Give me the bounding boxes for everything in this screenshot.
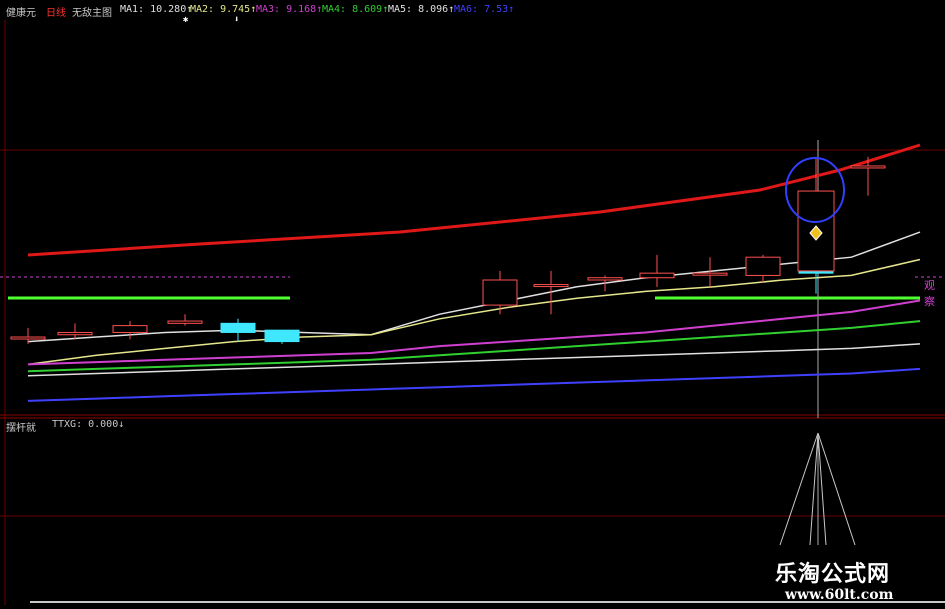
ma3-readout: MA3: 9.168↑ <box>256 4 323 15</box>
candle-body <box>692 272 728 276</box>
ma5-readout: MA5: 8.096↑ <box>388 4 455 15</box>
fan-line-left <box>779 432 819 546</box>
ma-line-ma2 <box>27 258 921 366</box>
candle <box>533 270 569 315</box>
candle <box>264 329 300 344</box>
ma-line-ma4 <box>27 320 921 373</box>
ma-line-ma1 <box>27 231 921 343</box>
candle <box>167 314 203 326</box>
chart-name[interactable]: 无敌主图 <box>72 4 112 19</box>
fan-line-mid-right <box>817 432 827 546</box>
candle-body <box>482 279 518 306</box>
candle-body <box>10 336 46 340</box>
candle-body <box>587 277 623 281</box>
candles <box>10 156 886 344</box>
candle <box>850 156 886 196</box>
candle-body <box>112 325 148 333</box>
candle-body <box>167 320 203 324</box>
candle-body <box>745 256 781 276</box>
candle-body <box>264 329 300 343</box>
watermark-title: 乐淘公式网 <box>775 562 891 587</box>
candle <box>220 318 256 342</box>
ma2-readout: MA2: 9.745↑ <box>190 4 257 15</box>
candle-body <box>850 165 886 169</box>
trend-line-red <box>27 143 921 257</box>
sub-indicator-readout: TTXG: 0.000↓ <box>52 419 125 430</box>
stock-name: 健康元 <box>6 8 36 19</box>
ma6-readout: MA6: 7.53↑ <box>454 4 515 15</box>
arrow-down-icon: ⬇ <box>234 15 240 25</box>
ma1-readout: MA1: 10.280↑ <box>120 4 193 15</box>
sub-panel-name: 摆杆就 <box>6 423 36 434</box>
candle <box>745 254 781 283</box>
candle-body <box>220 322 256 333</box>
right-label: 观察 <box>924 279 935 308</box>
fan-line-right <box>817 432 856 546</box>
chart-canvas <box>0 20 945 605</box>
star-icon: ✱ <box>183 15 189 25</box>
candle <box>112 321 148 340</box>
candle <box>639 254 675 287</box>
candle-body <box>57 331 93 336</box>
ma4-readout: MA4: 8.609↑ <box>322 4 389 15</box>
watermark-url: www.60lt.com <box>785 587 894 603</box>
candle <box>482 270 518 315</box>
period-label[interactable]: 日线 <box>46 4 66 19</box>
candle <box>587 275 623 292</box>
candle-body <box>533 284 569 288</box>
fan-line-mid-left <box>809 432 819 546</box>
candle-body <box>639 272 675 279</box>
ma-line-ma6 <box>27 367 921 402</box>
